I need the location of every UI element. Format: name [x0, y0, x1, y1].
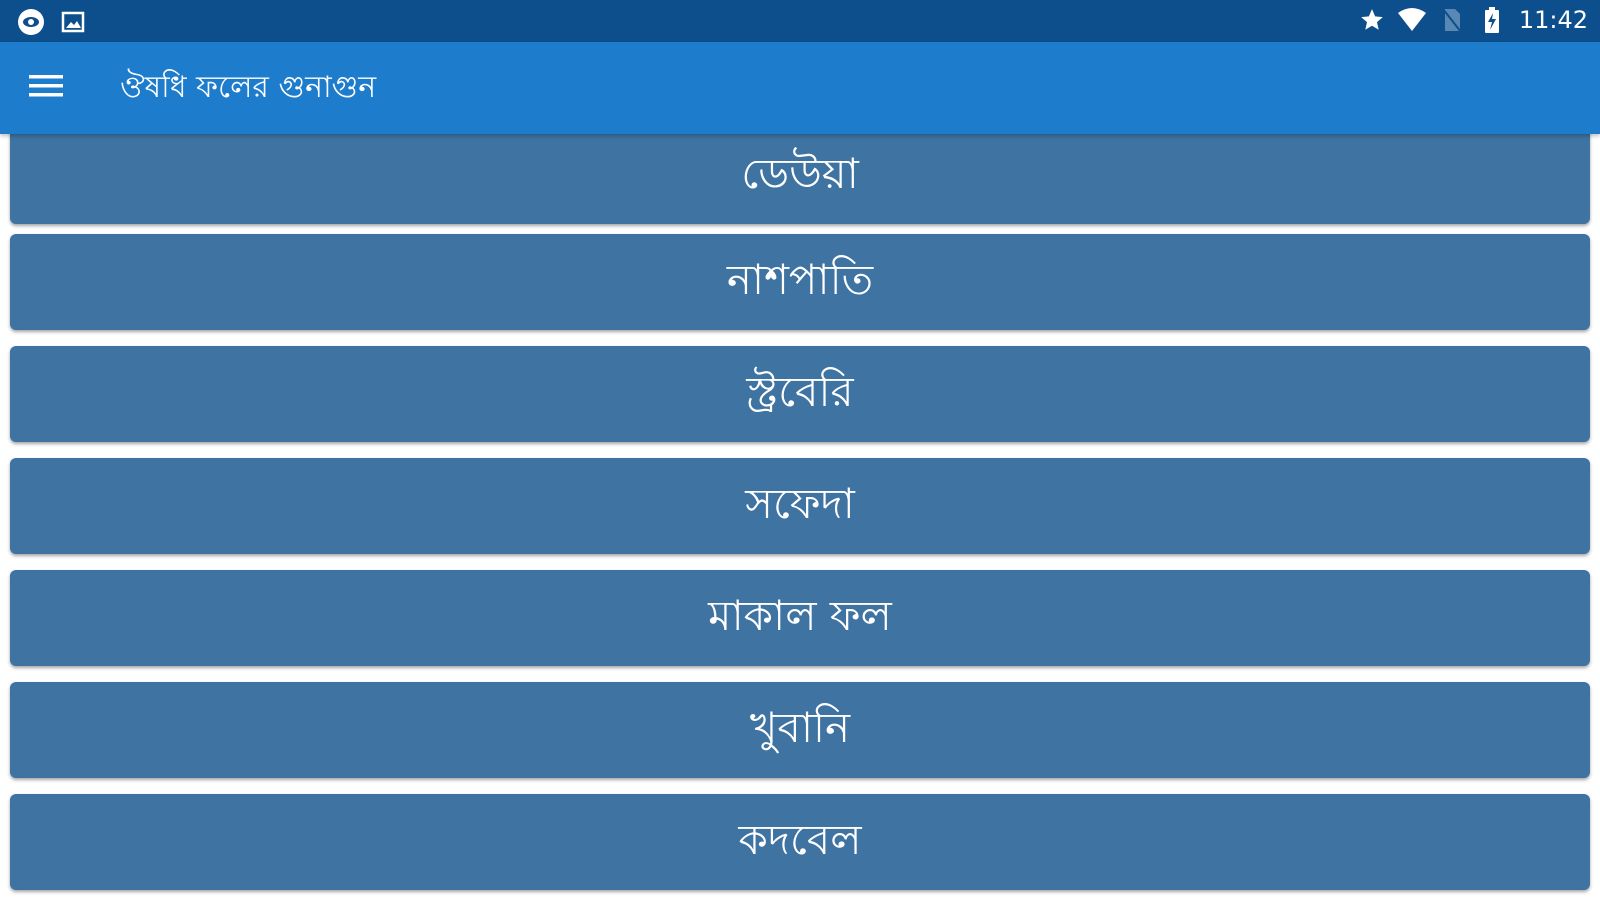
menu-button[interactable] — [22, 64, 70, 112]
fruit-list: ডেউয়া নাশপাতি স্ট্রবেরি সফেদা মাকাল ফল … — [0, 134, 1600, 900]
list-item[interactable]: নাশপাতি — [10, 234, 1590, 330]
list-item-label: নাশপাতি — [726, 254, 874, 304]
battery-charging-icon — [1477, 5, 1507, 35]
eye-icon — [16, 7, 46, 37]
wifi-icon — [1397, 5, 1427, 35]
list-item-label: সফেদা — [745, 478, 855, 528]
app-bar: ঔষধি ফলের গুনাগুন — [0, 42, 1600, 134]
list-item[interactable]: খুবানি — [10, 682, 1590, 778]
list-item-label: ডেউয়া — [741, 148, 859, 198]
list-item-label: কদবেল — [738, 814, 862, 864]
list-item[interactable]: সফেদা — [10, 458, 1590, 554]
no-sim-icon — [1437, 5, 1467, 35]
status-left-icons — [16, 7, 88, 37]
status-bar: 11:42 — [0, 0, 1600, 42]
page-title: ঔষধি ফলের গুনাগুন — [120, 70, 377, 105]
image-icon — [58, 7, 88, 37]
list-item-label: মাকাল ফল — [708, 590, 892, 640]
list-item-label: স্ট্রবেরি — [746, 366, 854, 416]
list-item[interactable]: স্ট্রবেরি — [10, 346, 1590, 442]
list-item[interactable]: মাকাল ফল — [10, 570, 1590, 666]
status-right-icons: 11:42 — [1357, 5, 1588, 35]
status-time: 11:42 — [1518, 6, 1588, 34]
list-item-label: খুবানি — [749, 702, 851, 752]
list-item[interactable]: ডেউয়া — [10, 134, 1590, 224]
hamburger-menu-icon — [29, 73, 63, 103]
list-item[interactable]: কদবেল — [10, 794, 1590, 890]
star-icon — [1357, 5, 1387, 35]
